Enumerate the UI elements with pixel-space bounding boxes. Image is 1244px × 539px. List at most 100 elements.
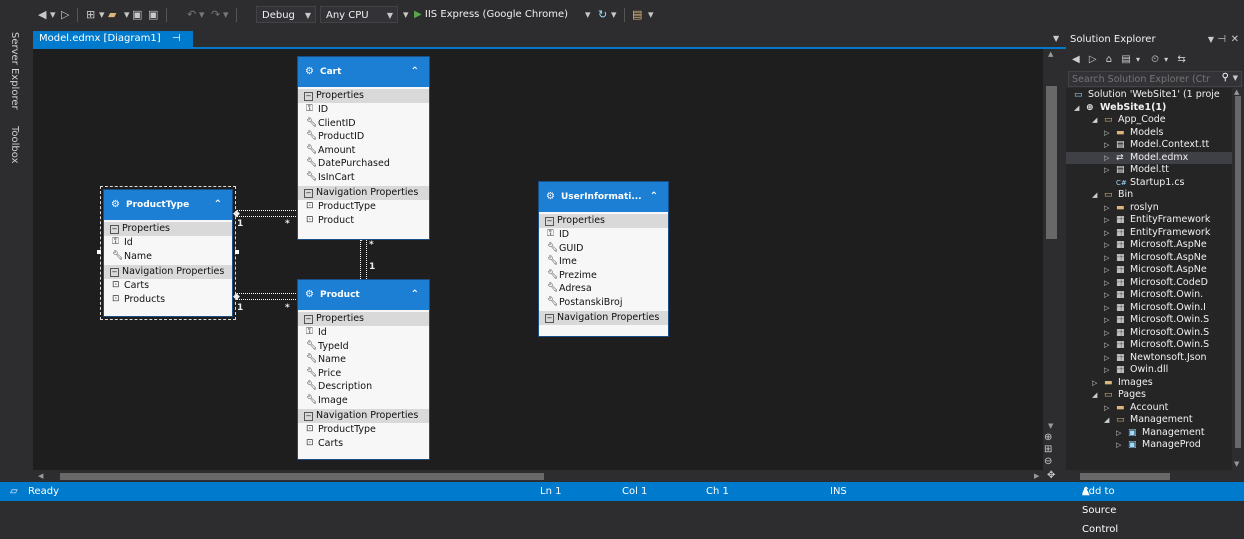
collapsed-arrow-icon[interactable]: ▷ — [1104, 152, 1116, 165]
entity-header[interactable]: ⚙ Product ⌃ — [298, 280, 429, 310]
collapsed-arrow-icon[interactable]: ▷ — [1116, 427, 1128, 440]
collapse-caret-icon[interactable]: ⌃ — [411, 57, 419, 87]
server-explorer-tab[interactable]: Server Explorer — [9, 32, 20, 110]
tree-node-dll[interactable]: ▷ ▦ Microsoft.AspNe — [1104, 252, 1207, 265]
save-all-icon[interactable]: ▣ — [148, 9, 158, 21]
chevron-down-icon[interactable]: ▾ — [611, 9, 617, 21]
collapsed-arrow-icon[interactable]: ▷ — [1104, 327, 1116, 340]
collapsed-arrow-icon[interactable]: ▷ — [1104, 139, 1116, 152]
designer-vertical-scroll-thumb[interactable] — [1046, 86, 1057, 239]
collapsed-arrow-icon[interactable]: ▷ — [1104, 127, 1116, 140]
chevron-down-icon[interactable]: ▾ — [585, 9, 591, 21]
navigation-row[interactable]: ⊡ ProductType — [298, 200, 429, 214]
tree-node-folder[interactable]: ▷ ▬ roslyn — [1104, 202, 1159, 215]
collapsed-arrow-icon[interactable]: ▷ — [1104, 239, 1116, 252]
property-row[interactable]: 🔧︎ Price — [298, 367, 429, 381]
tree-node-folder[interactable]: ▷ ▬ Account — [1104, 402, 1168, 415]
collapse-box-icon[interactable]: − — [545, 217, 554, 226]
tree-node-dll[interactable]: ▷ ▦ Microsoft.Owin.I — [1104, 302, 1206, 315]
chevron-down-icon[interactable]: ▾ — [99, 9, 105, 21]
association-line-producttype-product[interactable] — [237, 293, 298, 300]
property-row[interactable]: 🔧︎ ClientID — [298, 117, 429, 131]
collapsed-arrow-icon[interactable]: ▷ — [1104, 202, 1116, 215]
entity-userinformation[interactable]: ⚙ UserInformati... ⌃ − Properties ⚿ ID 🔧︎ G… — [538, 181, 669, 337]
collapsed-arrow-icon[interactable]: ▷ — [1104, 339, 1116, 352]
save-icon[interactable]: ▣ — [132, 9, 142, 21]
properties-section[interactable]: − Properties — [298, 89, 429, 103]
tree-node-model-edmx[interactable]: ▷ ⇄ Model.edmx — [1066, 151, 1232, 165]
property-row[interactable]: 🔧︎ PostanskiBroj — [539, 296, 668, 310]
scroll-up-icon[interactable]: ▲ — [1234, 88, 1239, 96]
expanded-arrow-icon[interactable]: ◢ — [1092, 189, 1104, 202]
chevron-down-icon[interactable]: ▼ — [1208, 31, 1214, 49]
scroll-left-icon[interactable]: ◀ — [38, 472, 43, 480]
properties-section[interactable]: − Properties — [298, 312, 429, 326]
pin-icon[interactable]: ⊣ — [1217, 31, 1226, 49]
tree-node-folder[interactable]: ▷ ▬ Images — [1092, 377, 1153, 390]
close-icon[interactable]: ✕ — [1231, 31, 1239, 49]
solution-explorer-tree[interactable]: ▭ Solution 'WebSite1' (1 proje ◢ ⊕ WebSite1… — [1066, 88, 1232, 470]
undo-icon[interactable]: ↶ — [187, 9, 196, 21]
tree-node-dll[interactable]: ▷ ▦ Microsoft.CodeD — [1104, 277, 1208, 290]
tree-node-website[interactable]: ◢ ⊕ WebSite1(1) — [1074, 102, 1166, 115]
forward-icon[interactable]: ▷ — [61, 9, 69, 21]
collapsed-arrow-icon[interactable]: ▷ — [1104, 164, 1116, 177]
tree-node-solution[interactable]: ▭ Solution 'WebSite1' (1 proje — [1074, 89, 1220, 102]
tree-node-page[interactable]: ▷ ▣ Management — [1116, 427, 1205, 440]
new-project-icon[interactable]: ⊞ — [86, 9, 95, 21]
property-row[interactable]: 🔧︎ Adresa — [539, 282, 668, 296]
solution-explorer-search-box[interactable]: ⚲ ▼ — [1068, 71, 1242, 87]
property-row[interactable]: 🔧︎ Name — [298, 353, 429, 367]
tree-node-file[interactable]: C# Startup1.cs — [1116, 177, 1185, 190]
association-line-cart-product[interactable] — [360, 238, 367, 279]
tree-node-folder[interactable]: ◢ ▭ Bin — [1092, 189, 1133, 202]
search-icon[interactable]: ⚲ — [1222, 72, 1229, 83]
navigation-row[interactable]: ⊡ ProductType — [298, 423, 429, 437]
sync-icon[interactable]: ⇆ — [1177, 54, 1185, 65]
collapse-box-icon[interactable]: − — [545, 314, 554, 323]
expanded-arrow-icon[interactable]: ◢ — [1074, 102, 1086, 115]
collapsed-arrow-icon[interactable]: ▷ — [1092, 377, 1104, 390]
tree-node-dll[interactable]: ▷ ▦ EntityFramework — [1104, 214, 1210, 227]
back-icon[interactable]: ◀ — [38, 9, 46, 21]
property-row[interactable]: 🔧︎ Description — [298, 380, 429, 394]
tree-node-page[interactable]: ▷ ▣ ManageProd — [1116, 439, 1201, 452]
home-icon[interactable]: ⌂ — [1106, 54, 1112, 65]
entity-header[interactable]: ⚙ ProductType ⌃ — [104, 190, 232, 220]
tree-node-dll[interactable]: ▷ ▦ Microsoft.AspNe — [1104, 264, 1207, 277]
tree-node-dll[interactable]: ▷ ▦ Owin.dll — [1104, 364, 1168, 377]
tree-node-folder[interactable]: ◢ ▭ Pages — [1092, 389, 1146, 402]
solution-platform-dropdown[interactable]: Any CPU ▼ — [320, 6, 398, 23]
collapse-box-icon[interactable]: − — [304, 189, 313, 198]
zoom-out-icon[interactable]: ⊖ — [1044, 456, 1052, 467]
entity-producttype[interactable]: ⚙ ProductType ⌃ − Properties ⚿ Id 🔧︎ Name −… — [100, 186, 236, 320]
tree-node-dll[interactable]: ▷ ▦ Microsoft.Owin.S — [1104, 339, 1209, 352]
property-row[interactable]: ⚿ ID — [298, 103, 429, 117]
tree-node-file[interactable]: ▷ ▤ Model.Context.tt — [1104, 139, 1209, 152]
property-row[interactable]: 🔧︎ ProductID — [298, 130, 429, 144]
property-row[interactable]: 🔧︎ Image — [298, 394, 429, 408]
collapsed-arrow-icon[interactable]: ▷ — [1104, 402, 1116, 415]
collapsed-arrow-icon[interactable]: ▷ — [1104, 264, 1116, 277]
entity-designer-canvas[interactable]: ◆ 1 * ◆ 1 * ◆ * 1 ⚙ Cart ⌃ −Properties ⚿… — [33, 49, 1043, 470]
property-row[interactable]: ⚿ Id — [298, 326, 429, 340]
chevron-down-icon[interactable]: ▾ — [124, 9, 130, 21]
tab-list-dropdown-icon[interactable]: ▼ — [1053, 34, 1059, 43]
collapse-caret-icon[interactable]: ⌃ — [650, 182, 658, 212]
collapse-box-icon[interactable]: − — [304, 92, 313, 101]
entity-cart[interactable]: ⚙ Cart ⌃ − Properties ⚿ ID 🔧︎ ClientID 🔧︎ Pr… — [297, 56, 430, 240]
navigation-section[interactable]: − Navigation Properties — [298, 409, 429, 423]
tree-node-folder[interactable]: ◢ ▭ Management — [1104, 414, 1193, 427]
property-row[interactable]: 🔧︎ TypeId — [298, 340, 429, 354]
collapsed-arrow-icon[interactable]: ▷ — [1104, 302, 1116, 315]
forward-icon[interactable]: ▷ — [1089, 54, 1097, 65]
properties-section[interactable]: − Properties — [539, 214, 668, 228]
redo-icon[interactable]: ↷ — [211, 9, 220, 21]
expanded-arrow-icon[interactable]: ◢ — [1092, 389, 1104, 402]
zoom-to-fit-icon[interactable]: ⊞ — [1044, 444, 1052, 455]
navigation-row[interactable]: ⊡ Products — [104, 293, 232, 307]
chevron-down-icon[interactable]: ▼ — [1233, 74, 1238, 82]
tree-node-dll[interactable]: ▷ ▦ Microsoft.Owin.S — [1104, 314, 1209, 327]
tree-node-folder[interactable]: ◢ ▭ App_Code — [1092, 114, 1166, 127]
scroll-right-icon[interactable]: ▶ — [1034, 472, 1039, 480]
